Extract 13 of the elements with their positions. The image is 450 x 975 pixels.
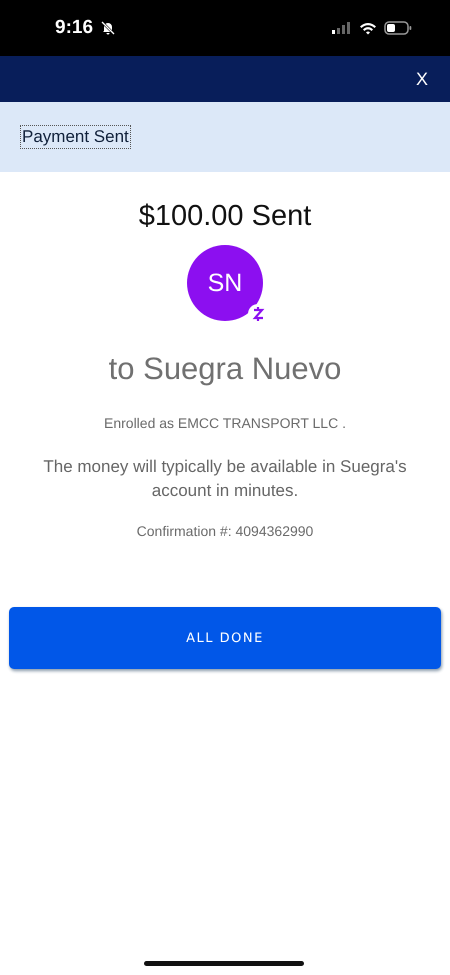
wifi-icon [359,22,377,34]
availability-message: The money will typically be available in Suegra's account in minutes. [42,456,408,502]
recipient-name: to Suegra Nuevo [108,351,342,387]
confirmation-number: Confirmation #: 4094362990 [136,523,314,539]
amount-heading: $100.00 Sent [138,200,312,233]
avatar: SN [187,245,263,321]
signal-icon [332,22,352,34]
close-button[interactable]: X [412,66,432,92]
battery-icon [384,21,412,35]
clock: 9:16 [55,17,94,39]
enrolled-text: Enrolled as EMCC TRANSPORT LLC . [104,415,346,431]
all-done-button[interactable]: ALL DONE [9,607,441,669]
page-title: Payment Sent [20,125,131,149]
